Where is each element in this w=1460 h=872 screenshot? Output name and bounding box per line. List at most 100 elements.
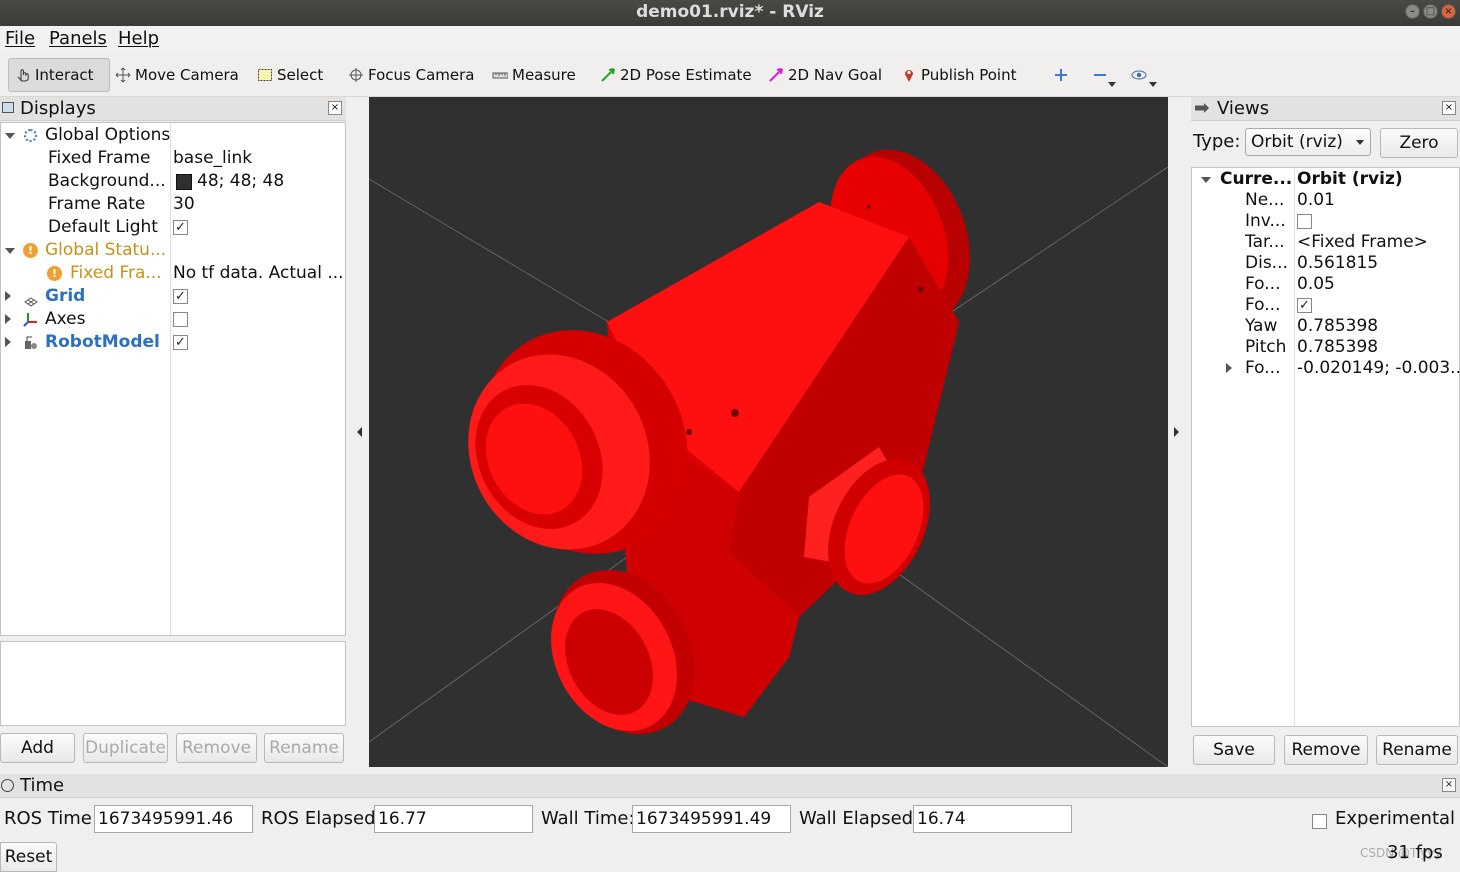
tree-row-fixed-frame[interactable]: Fixed Frame base_link <box>1 147 341 170</box>
tree-row-frame-rate[interactable]: Frame Rate 30 <box>1 193 341 216</box>
axes-checkbox[interactable] <box>173 311 188 327</box>
close-panel-icon[interactable]: × <box>328 101 342 115</box>
add-display-button[interactable]: Add <box>0 733 75 763</box>
zero-button[interactable]: Zero <box>1380 128 1458 158</box>
time-panel: Time × ROS Time: 1673495991.46 ROS Elaps… <box>0 774 1460 869</box>
view-prop-target-frame[interactable]: Tar... <Fixed Frame> <box>1192 231 1458 254</box>
view-prop-near-clip[interactable]: Ne... 0.01 <box>1192 189 1458 212</box>
close-icon[interactable]: × <box>1441 4 1456 19</box>
save-view-button[interactable]: Save <box>1193 735 1275 765</box>
minimize-icon[interactable]: – <box>1405 4 1420 19</box>
remove-display-button[interactable]: Remove <box>176 733 257 763</box>
tree-row-global-options[interactable]: Global Options <box>1 124 341 147</box>
prop-value[interactable]: 0.561815 <box>1297 252 1378 275</box>
prop-label: Pitch <box>1245 337 1287 357</box>
experimental-checkbox[interactable] <box>1312 813 1327 829</box>
remove-view-button[interactable]: Remove <box>1284 735 1368 765</box>
clock-icon <box>1 779 14 792</box>
expand-arrow-icon[interactable] <box>1226 363 1232 373</box>
dropdown-arrow-icon[interactable] <box>1149 82 1157 87</box>
tree-row-fixed-frame-status[interactable]: ! Fixed Fra... No tf data. Actual ... <box>1 262 345 285</box>
view-prop-focal-point[interactable]: Fo... -0.020149; -0.003... <box>1192 357 1460 380</box>
wall-time-field[interactable]: 1673495991.49 <box>632 805 791 833</box>
select-tool-button[interactable]: Select <box>257 58 323 92</box>
tree-row-global-status[interactable]: ! Global Statu... <box>1 239 341 262</box>
tree-row-current-view[interactable]: Curre... Orbit (rviz) <box>1192 168 1458 191</box>
fixed-frame-value[interactable]: base_link <box>173 147 252 170</box>
tree-row-background[interactable]: Background... 48; 48; 48 <box>1 170 341 193</box>
maximize-icon[interactable]: □ <box>1423 4 1438 19</box>
view-prop-yaw[interactable]: Yaw 0.785398 <box>1192 315 1458 338</box>
ros-time-field[interactable]: 1673495991.46 <box>94 805 253 833</box>
expand-arrow-icon[interactable] <box>1201 177 1211 183</box>
menu-panels[interactable]: Panels <box>49 28 107 49</box>
render-viewport[interactable] <box>369 97 1168 767</box>
prop-value[interactable]: -0.020149; -0.003... <box>1297 357 1460 380</box>
tree-row-grid[interactable]: Grid ✓ <box>1 285 341 308</box>
view-prop-focal-shape-fixed[interactable]: Fo... ✓ <box>1192 294 1458 317</box>
remove-tool-button[interactable] <box>1092 58 1116 92</box>
menu-bar: File Panels Help <box>0 26 1460 52</box>
measure-tool-button[interactable]: Measure <box>492 58 576 92</box>
prop-label: Fo... <box>1245 358 1281 378</box>
add-tool-button[interactable] <box>1053 58 1073 92</box>
frame-rate-value[interactable]: 30 <box>173 193 195 216</box>
prop-value[interactable]: 0.785398 <box>1297 315 1378 338</box>
robot-model-checkbox[interactable]: ✓ <box>173 334 188 350</box>
close-panel-icon[interactable]: × <box>1442 101 1456 115</box>
view-prop-pitch[interactable]: Pitch 0.785398 <box>1192 336 1458 359</box>
expand-arrow-icon[interactable] <box>5 133 15 139</box>
prop-value[interactable]: 0.05 <box>1297 273 1335 296</box>
ros-elapsed-field[interactable]: 16.77 <box>374 805 533 833</box>
grid-checkbox[interactable]: ✓ <box>173 288 188 304</box>
color-swatch[interactable] <box>176 174 192 190</box>
prop-value[interactable]: <Fixed Frame> <box>1297 231 1428 254</box>
tree-row-axes[interactable]: Axes <box>1 308 341 331</box>
minus-icon <box>1092 67 1108 83</box>
focal-shape-checkbox[interactable]: ✓ <box>1297 297 1312 313</box>
focus-camera-tool-button[interactable]: Focus Camera <box>348 58 474 92</box>
publish-point-tool-button[interactable]: Publish Point <box>901 58 1016 92</box>
prop-value[interactable]: 0.785398 <box>1297 336 1378 359</box>
expand-arrow-icon[interactable] <box>5 314 11 324</box>
pose-estimate-tool-button[interactable]: 2D Pose Estimate <box>600 58 752 92</box>
expand-arrow-icon[interactable] <box>5 248 15 254</box>
close-panel-icon[interactable]: × <box>1442 778 1456 792</box>
tree-row-default-light[interactable]: Default Light ✓ <box>1 216 341 239</box>
expand-arrow-icon[interactable] <box>5 337 11 347</box>
displays-tree[interactable]: Global Options Fixed Frame base_link Bac… <box>0 122 346 636</box>
background-value[interactable]: 48; 48; 48 <box>197 170 284 193</box>
reset-button[interactable]: Reset <box>0 842 57 872</box>
rename-view-button[interactable]: Rename <box>1376 735 1458 765</box>
nav-goal-tool-button[interactable]: 2D Nav Goal <box>768 58 882 92</box>
tree-row-robot-model[interactable]: RobotModel ✓ <box>1 331 341 354</box>
expand-arrow-icon[interactable] <box>5 291 11 301</box>
view-prop-invert-z[interactable]: Inv... <box>1192 210 1458 233</box>
default-light-checkbox[interactable]: ✓ <box>173 219 188 235</box>
duplicate-display-button[interactable]: Duplicate <box>83 733 168 763</box>
views-tree[interactable]: Curre... Orbit (rviz) Ne... 0.01 Inv... … <box>1191 167 1460 727</box>
view-prop-focal-shape-size[interactable]: Fo... 0.05 <box>1192 273 1458 296</box>
views-panel-title: Views × <box>1191 97 1460 121</box>
collapse-left-icon[interactable] <box>357 427 362 437</box>
fps-counter: 31 fps <box>1387 842 1443 863</box>
select-label: Select <box>277 66 324 84</box>
invert-z-checkbox[interactable] <box>1297 213 1312 229</box>
menu-file[interactable]: File <box>5 28 35 49</box>
move-camera-tool-button[interactable]: Move Camera <box>115 58 239 92</box>
view-prop-distance[interactable]: Dis... 0.561815 <box>1192 252 1458 275</box>
wall-time-label: Wall Time: <box>541 808 635 829</box>
window-title: demo01.rviz* - RViz <box>636 2 824 22</box>
monitor-icon <box>2 102 14 113</box>
menu-help[interactable]: Help <box>118 28 159 49</box>
eye-tool-button[interactable] <box>1131 58 1157 92</box>
prop-label: Ne... <box>1245 190 1285 210</box>
interact-tool-button[interactable]: Interact <box>8 58 110 92</box>
collapse-right-icon[interactable] <box>1174 427 1179 437</box>
view-type-select[interactable]: Orbit (rviz) <box>1245 128 1371 156</box>
wall-elapsed-field[interactable]: 16.74 <box>913 805 1072 833</box>
time-title-label: Time <box>20 775 65 796</box>
dropdown-arrow-icon[interactable] <box>1108 82 1116 87</box>
prop-value[interactable]: 0.01 <box>1297 189 1335 212</box>
rename-display-button[interactable]: Rename <box>264 733 344 763</box>
